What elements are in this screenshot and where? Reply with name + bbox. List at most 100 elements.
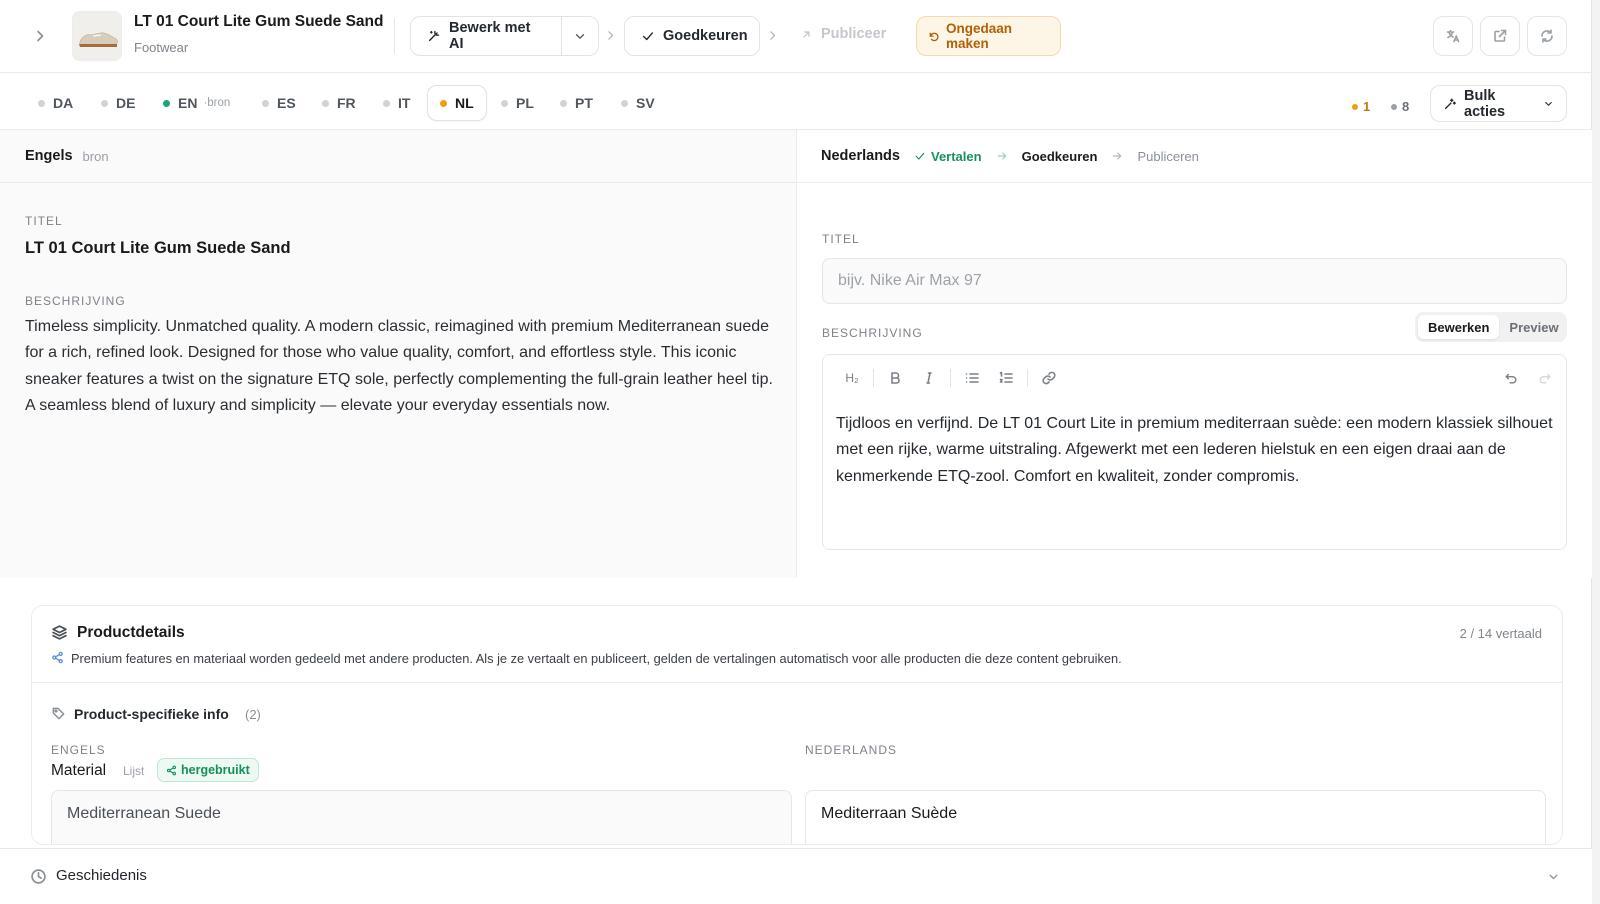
- tab-language-es[interactable]: ES: [250, 85, 308, 121]
- tab-language-it[interactable]: IT: [371, 85, 422, 121]
- edit-with-ai-button[interactable]: Bewerk met AI: [410, 16, 562, 56]
- step-label: Vertalen: [930, 148, 982, 164]
- translate-button[interactable]: [1433, 16, 1473, 56]
- step-label: Goedkeuren: [1021, 148, 1098, 164]
- edit-preview-toggle: Bewerken Preview: [1415, 312, 1567, 342]
- bullet-list-button[interactable]: [957, 363, 987, 393]
- external-link-icon: [1492, 28, 1508, 44]
- divider: [1027, 369, 1028, 387]
- bulk-actions-label: Bulk acties: [1464, 87, 1506, 120]
- column-source-label: ENGELS: [51, 743, 106, 757]
- link-icon: [1041, 370, 1057, 386]
- top-bar: LT 01 Court Lite Gum Suede Sand Footwear…: [0, 0, 1592, 73]
- language-tabs: DA DE EN ·bron ES FR IT NL PL PT SV 1 8 B…: [0, 73, 1592, 130]
- divider: [873, 369, 874, 387]
- divider: [394, 18, 395, 54]
- check-icon: [914, 150, 926, 162]
- description-editor[interactable]: H₂ Tijdloos en verfijnd. De LT 01 Court …: [822, 354, 1567, 550]
- bold-icon: [887, 370, 903, 386]
- refresh-button[interactable]: [1527, 16, 1567, 56]
- chevron-right-icon: [766, 29, 779, 42]
- arrow-right-icon: [996, 150, 1008, 162]
- redo-icon: [1538, 371, 1552, 385]
- step-publish: Publiceren: [1137, 149, 1198, 164]
- source-material-value: Mediterranean Suede: [51, 790, 792, 844]
- status-dot: [383, 99, 390, 107]
- tab-language-sv[interactable]: SV: [609, 85, 667, 121]
- status-dot: [322, 99, 329, 107]
- numbered-list-button[interactable]: [991, 363, 1021, 393]
- redo-edit-button[interactable]: [1530, 363, 1560, 393]
- sparkles-icon: [1443, 97, 1457, 111]
- check-icon: [641, 29, 655, 43]
- translated-progress: 2 / 14 vertaald: [1459, 626, 1542, 641]
- target-material-input[interactable]: Mediterraan Suède: [805, 790, 1546, 844]
- product-specific-info-label[interactable]: Product-specifieke info: [74, 706, 229, 722]
- tab-language-en[interactable]: EN ·bron: [151, 85, 242, 121]
- chevron-right-icon[interactable]: [32, 28, 48, 44]
- approve-button[interactable]: Goedkeuren: [624, 16, 760, 56]
- undo-button[interactable]: Ongedaan maken: [916, 16, 1061, 56]
- empty-count: 8: [1391, 99, 1409, 114]
- chevron-down-icon[interactable]: [1547, 870, 1560, 883]
- language-code: SV: [636, 95, 655, 111]
- refresh-icon: [1539, 28, 1555, 44]
- step-translate: Vertalen: [914, 149, 982, 164]
- product-details-header: Productdetails 2 / 14 vertaald Premium f…: [32, 606, 1562, 683]
- language-code: ES: [277, 95, 296, 111]
- publish-label: Publiceer: [821, 26, 887, 42]
- language-code: DE: [116, 95, 136, 111]
- mode-preview-button[interactable]: Preview: [1499, 315, 1568, 339]
- reused-label: hergebruikt: [181, 763, 250, 777]
- field-name: Material: [51, 762, 107, 779]
- mode-edit-button[interactable]: Bewerken: [1418, 315, 1500, 339]
- chevron-down-icon: [573, 29, 587, 43]
- target-title-input[interactable]: bijv. Nike Air Max 97: [822, 258, 1567, 304]
- bullet-list-icon: [964, 370, 980, 386]
- target-language-heading: Nederlands: [821, 148, 900, 164]
- edit-ai-options-dropdown[interactable]: [561, 16, 599, 56]
- translate-icon: [1445, 28, 1461, 44]
- language-code: DA: [53, 95, 74, 111]
- shared-content-note: Premium features en materiaal worden ged…: [71, 651, 1122, 666]
- tab-language-pl[interactable]: PL: [489, 85, 546, 121]
- clock-icon: [30, 868, 47, 885]
- source-description-value: Timeless simplicity. Unmatched quality. …: [25, 318, 773, 414]
- tab-language-da[interactable]: DA: [26, 85, 85, 121]
- layers-icon: [51, 624, 68, 641]
- product-thumbnail: [72, 11, 122, 61]
- source-title-label: TITEL: [25, 214, 63, 228]
- link-button[interactable]: [1034, 363, 1064, 393]
- product-details-card: Productdetails 2 / 14 vertaald Premium f…: [31, 605, 1563, 845]
- bulk-actions-button[interactable]: Bulk acties: [1430, 85, 1567, 122]
- target-description-label: BESCHRIJVING: [822, 326, 923, 340]
- target-pane-header: Nederlands Vertalen Goedkeuren Publicere…: [797, 130, 1592, 183]
- language-code: EN: [178, 95, 198, 111]
- publish-button[interactable]: Publiceer: [800, 26, 886, 42]
- undo-edit-button[interactable]: [1496, 363, 1526, 393]
- source-pane: Engels bron TITEL LT 01 Court Lite Gum S…: [0, 130, 797, 578]
- tab-language-pt[interactable]: PT: [548, 85, 605, 121]
- undo-icon: [927, 30, 940, 43]
- open-external-button[interactable]: [1480, 16, 1520, 56]
- history-bar[interactable]: Geschiedenis: [0, 848, 1592, 904]
- edit-with-ai-label: Bewerk met AI: [449, 20, 531, 52]
- chevron-right-icon: [604, 29, 617, 42]
- chevron-down-icon: [1543, 98, 1554, 109]
- product-category: Footwear: [134, 40, 189, 55]
- bold-button[interactable]: [880, 363, 910, 393]
- tab-language-nl[interactable]: NL: [427, 85, 487, 121]
- status-dot: [560, 99, 567, 107]
- status-dot: [262, 99, 269, 107]
- source-title-value: LT 01 Court Lite Gum Suede Sand: [25, 239, 291, 257]
- heading-button[interactable]: H₂: [837, 363, 867, 393]
- column-target-label: NEDERLANDS: [805, 743, 898, 757]
- italic-button[interactable]: [914, 363, 944, 393]
- tab-language-fr[interactable]: FR: [310, 85, 368, 121]
- status-dot: [440, 99, 447, 107]
- target-description-text[interactable]: Tijdloos en verfijnd. De LT 01 Court Lit…: [836, 411, 1556, 490]
- magic-wand-icon: [427, 29, 441, 43]
- share-icon: [51, 651, 64, 664]
- source-pane-header: Engels bron: [0, 130, 796, 183]
- tab-language-de[interactable]: DE: [89, 85, 147, 121]
